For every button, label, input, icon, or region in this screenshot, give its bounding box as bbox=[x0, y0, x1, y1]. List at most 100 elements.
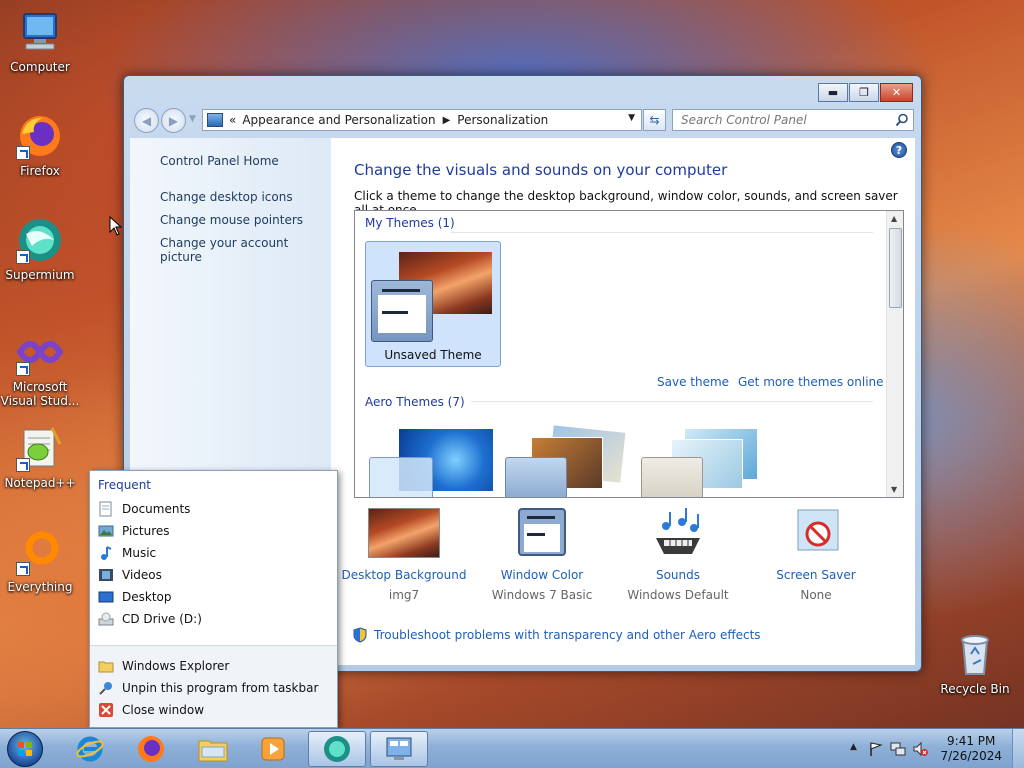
desktop-icon-computer[interactable]: Computer bbox=[0, 8, 80, 74]
maximize-button[interactable]: ❐ bbox=[849, 83, 879, 102]
close-window-icon bbox=[99, 703, 113, 717]
jump-list-item-desktop[interactable]: Desktop bbox=[98, 589, 172, 605]
taskbar: ▲ 9:41 PM 7/26/2024 bbox=[0, 728, 1024, 768]
system-tray: ▲ 9:41 PM 7/26/2024 bbox=[834, 729, 1024, 768]
jump-list-item-label: Documents bbox=[122, 502, 191, 516]
taskbar-firefox[interactable] bbox=[122, 731, 180, 767]
volume-muted-icon[interactable] bbox=[912, 741, 928, 757]
desktop-icon-firefox[interactable]: Firefox bbox=[0, 112, 80, 178]
internet-explorer-icon bbox=[76, 736, 104, 762]
shortcut-arrow-icon bbox=[16, 458, 30, 472]
theme-tile-unsaved[interactable]: Unsaved Theme bbox=[365, 241, 501, 367]
aero-theme-architecture[interactable] bbox=[505, 425, 629, 497]
start-button[interactable] bbox=[7, 731, 43, 767]
taskbar-windows-explorer[interactable] bbox=[184, 731, 242, 767]
refresh-icon: ⇆ bbox=[649, 113, 660, 127]
breadcrumb-appearance[interactable]: Appearance and Personalization bbox=[242, 113, 435, 127]
taskbar-media-player[interactable] bbox=[244, 731, 302, 767]
control-panel-icon bbox=[386, 737, 412, 760]
themes-list[interactable]: My Themes (1) Unsaved Theme Save theme G… bbox=[354, 210, 904, 498]
get-more-themes-link[interactable]: Get more themes online bbox=[738, 375, 884, 389]
windows-logo-icon bbox=[18, 742, 32, 756]
desktop-icon-label: Recycle Bin bbox=[940, 682, 1010, 696]
breadcrumb-overflow[interactable]: « bbox=[229, 113, 236, 127]
pictures-icon bbox=[98, 525, 114, 537]
page-title: Change the visuals and sounds on your co… bbox=[354, 161, 728, 179]
search-icon[interactable] bbox=[895, 113, 909, 127]
scroll-down-icon[interactable]: ▼ bbox=[891, 485, 897, 494]
themes-scrollbar[interactable]: ▲ ▼ bbox=[886, 211, 903, 497]
folder-icon bbox=[198, 740, 228, 762]
videos-icon bbox=[99, 569, 113, 581]
sounds-link[interactable]: Sounds bbox=[610, 568, 746, 582]
desktop-background-link[interactable]: Desktop Background bbox=[336, 568, 472, 582]
control-panel-icon bbox=[207, 113, 223, 127]
screen-saver-value: None bbox=[800, 588, 832, 602]
jump-list-item-music[interactable]: Music bbox=[98, 545, 156, 561]
scroll-up-icon[interactable]: ▲ bbox=[891, 214, 897, 223]
show-desktop-button[interactable] bbox=[1012, 729, 1024, 768]
recent-pages-chevron-icon[interactable]: ▼ bbox=[189, 114, 196, 124]
divider bbox=[451, 232, 873, 233]
breadcrumb-personalization[interactable]: Personalization bbox=[457, 113, 548, 127]
back-arrow-icon: ◀ bbox=[141, 113, 152, 128]
desktop-background-item[interactable]: Desktop Background img7 bbox=[336, 508, 472, 602]
sidebar-link-desktop-icons[interactable]: Change desktop icons bbox=[160, 190, 293, 204]
jump-list-item-label: Close window bbox=[122, 703, 205, 717]
desktop-icon-label: Microsoft Visual Stud... bbox=[0, 380, 80, 408]
save-theme-link[interactable]: Save theme bbox=[657, 375, 729, 389]
desktop-icon-supermium[interactable]: Supermium bbox=[0, 216, 80, 282]
jump-list-task-windows-explorer[interactable]: Windows Explorer bbox=[98, 658, 229, 674]
forward-button[interactable]: ▶ bbox=[161, 108, 186, 133]
screen-saver-link[interactable]: Screen Saver bbox=[748, 568, 884, 582]
jump-list-item-documents[interactable]: Documents bbox=[98, 501, 190, 517]
everything-icon bbox=[16, 528, 64, 576]
desktop-icon-notepadpp[interactable]: Notepad++ bbox=[0, 424, 80, 490]
address-bar[interactable]: « Appearance and Personalization ▶ Perso… bbox=[202, 109, 642, 131]
window-color-link[interactable]: Window Color bbox=[474, 568, 610, 582]
jump-list-item-label: Music bbox=[122, 546, 157, 560]
jump-list-task-unpin[interactable]: Unpin this program from taskbar bbox=[98, 680, 318, 696]
shortcut-arrow-icon bbox=[16, 362, 30, 376]
desktop-icon-label: Everything bbox=[7, 580, 73, 594]
close-button[interactable]: ✕ bbox=[880, 83, 913, 102]
desktop-icon-everything[interactable]: Everything bbox=[0, 528, 80, 594]
aero-theme-characters[interactable] bbox=[641, 429, 765, 497]
window-color-item[interactable]: Window Color Windows 7 Basic bbox=[474, 508, 610, 602]
back-button[interactable]: ◀ bbox=[134, 108, 159, 133]
clock[interactable]: 9:41 PM 7/26/2024 bbox=[940, 734, 1002, 764]
shortcut-arrow-icon bbox=[16, 562, 30, 576]
desktop-icon-visual-studio[interactable]: Microsoft Visual Stud... bbox=[0, 328, 80, 408]
pin-icon bbox=[99, 682, 112, 695]
breadcrumb-separator-icon: ▶ bbox=[442, 114, 451, 126]
screen-saver-item[interactable]: Screen Saver None bbox=[748, 508, 884, 602]
sounds-item[interactable]: Sounds Windows Default bbox=[610, 508, 746, 602]
jump-list-item-cd-drive[interactable]: CD Drive (D:) bbox=[98, 611, 202, 627]
sidebar-link-control-panel-home[interactable]: Control Panel Home bbox=[160, 154, 279, 168]
navigation-bar: ◀ ▶ ▼ « Appearance and Personalization ▶… bbox=[132, 107, 914, 133]
clock-date: 7/26/2024 bbox=[940, 749, 1002, 763]
taskbar-control-panel[interactable] bbox=[370, 731, 428, 767]
refresh-button[interactable]: ⇆ bbox=[643, 109, 666, 131]
forward-arrow-icon: ▶ bbox=[168, 113, 179, 128]
search-placeholder: Search Control Panel bbox=[681, 113, 807, 127]
jump-list-task-close-window[interactable]: Close window bbox=[98, 702, 204, 718]
network-icon[interactable] bbox=[890, 741, 906, 757]
sidebar-link-mouse-pointers[interactable]: Change mouse pointers bbox=[160, 213, 303, 227]
tray-overflow-icon[interactable]: ▲ bbox=[850, 742, 857, 752]
search-input[interactable]: Search Control Panel bbox=[672, 109, 914, 131]
jump-list-item-videos[interactable]: Videos bbox=[98, 567, 162, 583]
jump-list-item-pictures[interactable]: Pictures bbox=[98, 523, 170, 539]
minimize-button[interactable]: ▬ bbox=[818, 83, 848, 102]
aero-theme-windows7[interactable] bbox=[369, 429, 493, 497]
desktop-icon-recycle-bin[interactable]: Recycle Bin bbox=[935, 630, 1015, 696]
taskbar-internet-explorer[interactable] bbox=[61, 731, 119, 767]
help-icon[interactable]: ? bbox=[891, 142, 907, 158]
scroll-thumb[interactable] bbox=[889, 228, 902, 308]
sidebar-link-account-picture[interactable]: Change your account picture bbox=[160, 236, 331, 264]
action-center-flag-icon[interactable] bbox=[868, 741, 884, 757]
taskbar-supermium[interactable] bbox=[308, 731, 366, 767]
address-dropdown-icon[interactable]: ▼ bbox=[628, 113, 635, 123]
troubleshoot-link[interactable]: Troubleshoot problems with transparency … bbox=[352, 627, 761, 643]
main-pane: ? Change the visuals and sounds on your … bbox=[331, 138, 915, 665]
